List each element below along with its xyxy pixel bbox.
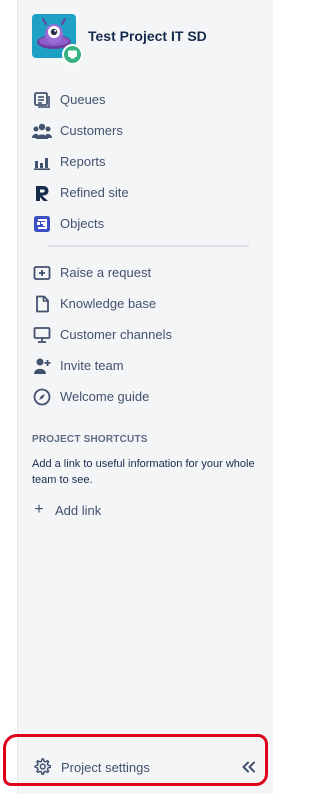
document-icon bbox=[32, 294, 52, 314]
nav-item-customer-channels[interactable]: Customer channels bbox=[32, 319, 257, 350]
shortcuts-heading: PROJECT SHORTCUTS bbox=[32, 434, 148, 445]
project-title[interactable]: Test Project IT SD bbox=[88, 28, 207, 44]
shortcuts-description: Add a link to useful information for you… bbox=[32, 458, 255, 486]
nav-label: Knowledge base bbox=[60, 296, 157, 311]
nav-label: Objects bbox=[60, 216, 105, 231]
nav-label: Raise a request bbox=[60, 265, 152, 280]
nav-label: Reports bbox=[60, 154, 106, 169]
nav-label: Refined site bbox=[60, 185, 129, 200]
nav-item-customers[interactable]: Customers bbox=[32, 115, 257, 146]
collapse-sidebar-button[interactable] bbox=[239, 757, 259, 777]
monitor-icon bbox=[32, 325, 52, 345]
objects-icon bbox=[32, 214, 52, 234]
nav-label: Invite team bbox=[60, 358, 124, 373]
nav-divider bbox=[48, 245, 249, 247]
service-desk-badge bbox=[62, 44, 83, 65]
nav-label: Customer channels bbox=[60, 327, 172, 342]
add-link-button[interactable]: + Add link bbox=[32, 499, 101, 521]
reports-icon bbox=[32, 152, 52, 172]
queues-icon bbox=[32, 90, 52, 110]
raise-request-icon bbox=[32, 263, 52, 283]
sidebar-footer: Project settings bbox=[32, 754, 259, 780]
invite-user-icon bbox=[32, 356, 52, 376]
primary-nav: Queues Customers Reports Refined site Ob… bbox=[32, 84, 257, 239]
nav-item-invite-team[interactable]: Invite team bbox=[32, 350, 257, 381]
project-settings-link[interactable]: Project settings bbox=[61, 760, 150, 775]
chat-icon bbox=[68, 50, 77, 59]
compass-icon bbox=[32, 387, 52, 407]
project-avatar bbox=[32, 14, 83, 65]
nav-label: Welcome guide bbox=[60, 389, 150, 404]
nav-item-raise-request[interactable]: Raise a request bbox=[32, 257, 257, 288]
project-sidebar: Test Project IT SD Queues Customers Repo… bbox=[18, 0, 273, 794]
add-link-label: Add link bbox=[55, 502, 102, 518]
refined-logo-icon bbox=[32, 183, 52, 203]
gear-icon bbox=[32, 757, 52, 777]
nav-item-welcome-guide[interactable]: Welcome guide bbox=[32, 381, 257, 412]
plus-icon: + bbox=[34, 501, 44, 518]
nav-item-knowledge-base[interactable]: Knowledge base bbox=[32, 288, 257, 319]
secondary-nav: Raise a request Knowledge base Customer … bbox=[32, 257, 257, 412]
customers-icon bbox=[32, 121, 52, 141]
nav-item-objects[interactable]: Objects bbox=[32, 208, 257, 239]
nav-item-refined-site[interactable]: Refined site bbox=[32, 177, 257, 208]
nav-item-reports[interactable]: Reports bbox=[32, 146, 257, 177]
project-header[interactable]: Test Project IT SD bbox=[32, 14, 207, 65]
nav-label: Queues bbox=[60, 92, 106, 107]
nav-item-queues[interactable]: Queues bbox=[32, 84, 257, 115]
left-edge-strip bbox=[0, 0, 18, 794]
nav-label: Customers bbox=[60, 123, 123, 138]
double-chevron-left-icon bbox=[242, 761, 255, 773]
